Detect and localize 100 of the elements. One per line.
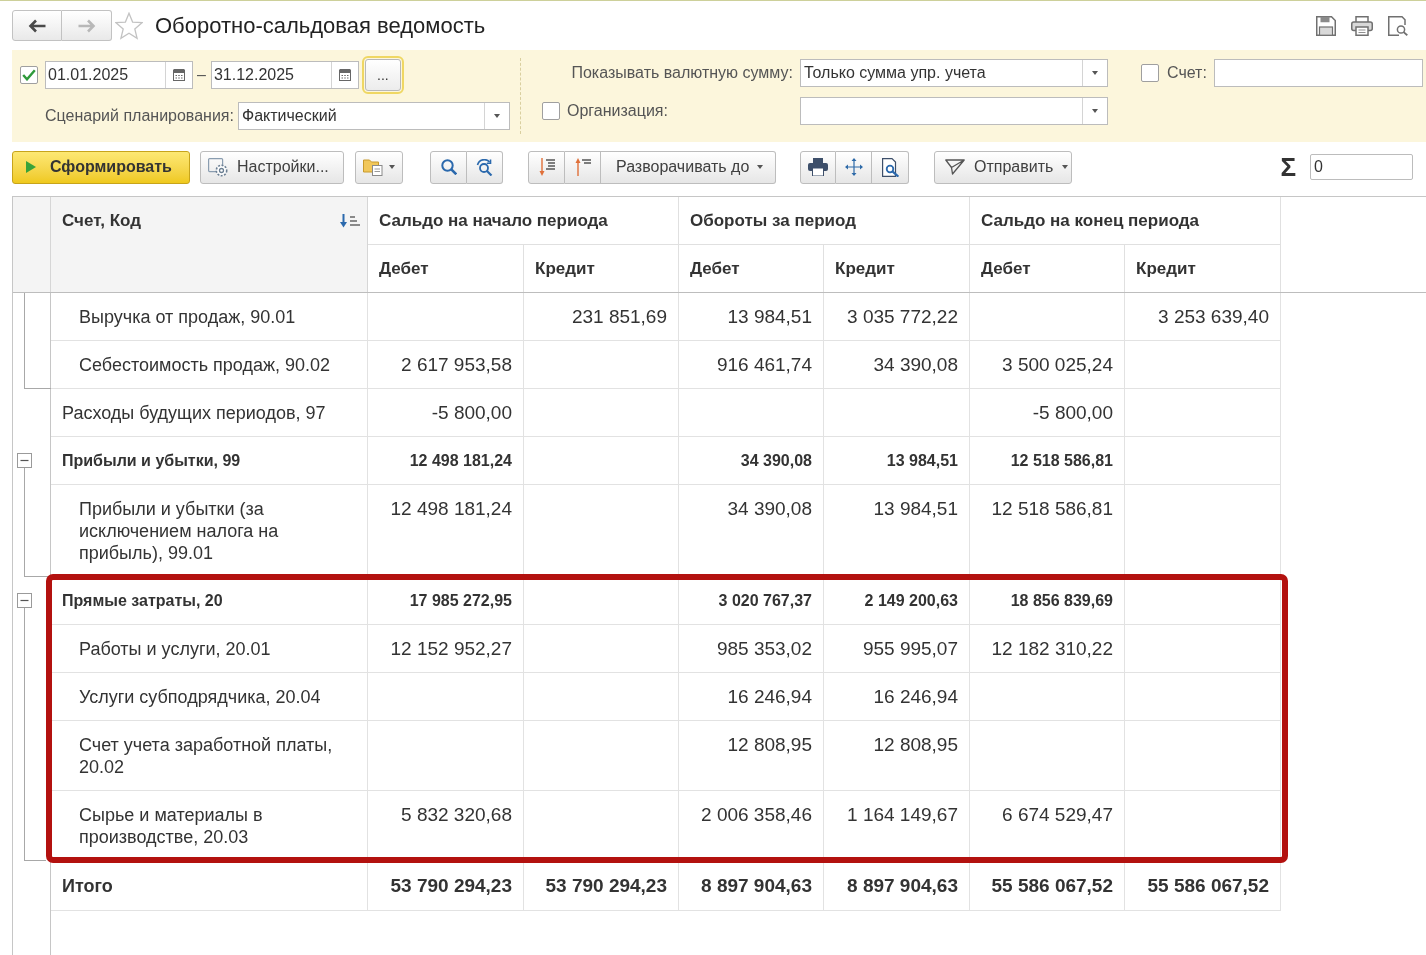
amount: 13 984,51 [873,498,958,520]
amount: 18 856 839,69 [1010,591,1113,611]
field-label: Счет: [1167,63,1207,83]
amount: 12 182 310,22 [991,638,1113,660]
search-button[interactable] [430,150,467,184]
move-button[interactable] [836,150,872,184]
preview-button[interactable] [872,150,909,184]
range-dash: – [197,65,206,85]
amount: 231 851,69 [571,306,667,328]
print-icon [808,158,828,176]
amount: 916 461,74 [716,354,812,376]
field-label: Сценарий планирования: [45,107,234,124]
search-refresh-icon [475,158,494,176]
date-field[interactable]: 01.01.2025 [45,61,193,89]
calendar-icon [338,69,351,81]
column-group-header: Сальдо на начало периода [368,197,679,245]
amount: 13 984,51 [886,451,958,471]
preview-icon[interactable] [1388,15,1408,36]
expand-list-icon [538,158,555,176]
amount: 955 995,07 [862,638,958,660]
amount: 34 390,08 [740,451,812,471]
account-name: Выручка от продаж, 90.01 [79,306,297,328]
checkbox[interactable] [542,102,560,120]
currency-dropdown[interactable]: Только сумма упр. учета [800,59,1108,87]
account-name: Расходы будущих периодов, 97 [62,402,327,424]
amount: 16 246,94 [727,686,812,708]
caret-icon [1062,165,1069,169]
amount: 8 897 904,63 [847,875,958,897]
account-name: Счет учета заработной платы, 20.02 [79,734,334,778]
amount: 55 586 067,52 [991,875,1113,897]
amount: 985 353,02 [716,638,812,660]
column-header[interactable]: Дебет [970,245,1125,292]
amount: 13 984,51 [727,306,812,328]
save-icon[interactable] [1316,15,1336,36]
field-label: Организация: [567,101,668,121]
paper-plane-icon [945,159,965,175]
sum-field[interactable]: 0 [1310,154,1413,180]
collapse-all-button[interactable] [565,150,601,184]
amount: 3 035 772,22 [847,306,958,328]
collapse-icon[interactable] [17,593,32,608]
amount: 34 390,08 [873,354,958,376]
amount: 53 790 294,23 [390,875,512,897]
amount: 3 500 025,24 [1002,354,1113,376]
gear-icon [208,157,228,177]
amount: 3 020 767,37 [718,591,812,611]
amount: 12 498 181,24 [390,498,512,520]
column-header[interactable]: Кредит [524,245,679,292]
folder-icon [363,158,383,176]
generate-button[interactable]: Сформировать [12,150,190,184]
caret-icon [1092,71,1098,75]
sort-icon [340,214,360,228]
amount: 2 149 200,63 [864,591,958,611]
settings-button[interactable]: Настройки... [200,150,344,184]
expand-all-button[interactable] [528,150,565,184]
print-button[interactable] [800,150,836,184]
column-header[interactable]: Кредит [824,245,970,292]
window-title: Оборотно-сальдовая ведомость [155,12,486,40]
column-header[interactable]: Счет, Код [51,197,368,292]
search-refresh-button[interactable] [467,150,503,184]
amount: -5 800,00 [431,402,512,424]
amount: 3 253 639,40 [1158,306,1269,328]
folder-menu-button[interactable] [355,150,403,184]
date-field[interactable]: 31.12.2025 [210,61,359,89]
amount: 12 808,95 [727,734,812,756]
amount: 17 985 272,95 [409,591,512,611]
account-field[interactable] [1213,59,1423,87]
print-icon[interactable] [1351,15,1373,36]
expand-to-menu-button[interactable]: Разворачивать до [601,150,776,184]
move-icon [844,158,863,176]
scenario-dropdown[interactable]: Фактический [238,102,510,130]
account-name: Услуги субподрядчика, 20.04 [79,686,322,708]
amount: 12 808,95 [873,734,958,756]
caret-icon [389,165,395,169]
amount: 1 164 149,67 [847,804,958,826]
column-header[interactable]: Кредит [1125,245,1281,292]
amount: 6 674 529,47 [1002,804,1113,826]
play-icon [26,161,36,173]
sum-symbol: Σ [1280,152,1296,182]
amount: 55 586 067,52 [1147,875,1269,897]
preview-icon [881,157,899,177]
collapse-icon[interactable] [17,453,32,468]
star-icon[interactable] [115,11,143,40]
amount: 12 518 586,81 [991,498,1113,520]
checkbox[interactable] [20,66,38,84]
amount: 2 617 953,58 [401,354,512,376]
amount: 53 790 294,23 [545,875,667,897]
column-header[interactable]: Дебет [368,245,524,292]
send-menu-button[interactable]: Отправить [934,150,1072,184]
amount: 12 518 586,81 [1010,451,1113,471]
amount: 12 498 181,24 [409,451,512,471]
amount: 8 897 904,63 [701,875,812,897]
more-button[interactable]: ... [364,59,401,91]
account-name: Сырье и материалы в производстве, 20.03 [79,804,264,848]
account-name: Прямые затраты, 20 [62,591,224,611]
back-button[interactable] [12,10,62,41]
checkbox[interactable] [1141,64,1159,82]
amount: 2 006 358,46 [701,804,812,826]
amount: -5 800,00 [1032,402,1113,424]
column-header[interactable]: Дебет [679,245,824,292]
account-name: Итого [62,875,114,897]
